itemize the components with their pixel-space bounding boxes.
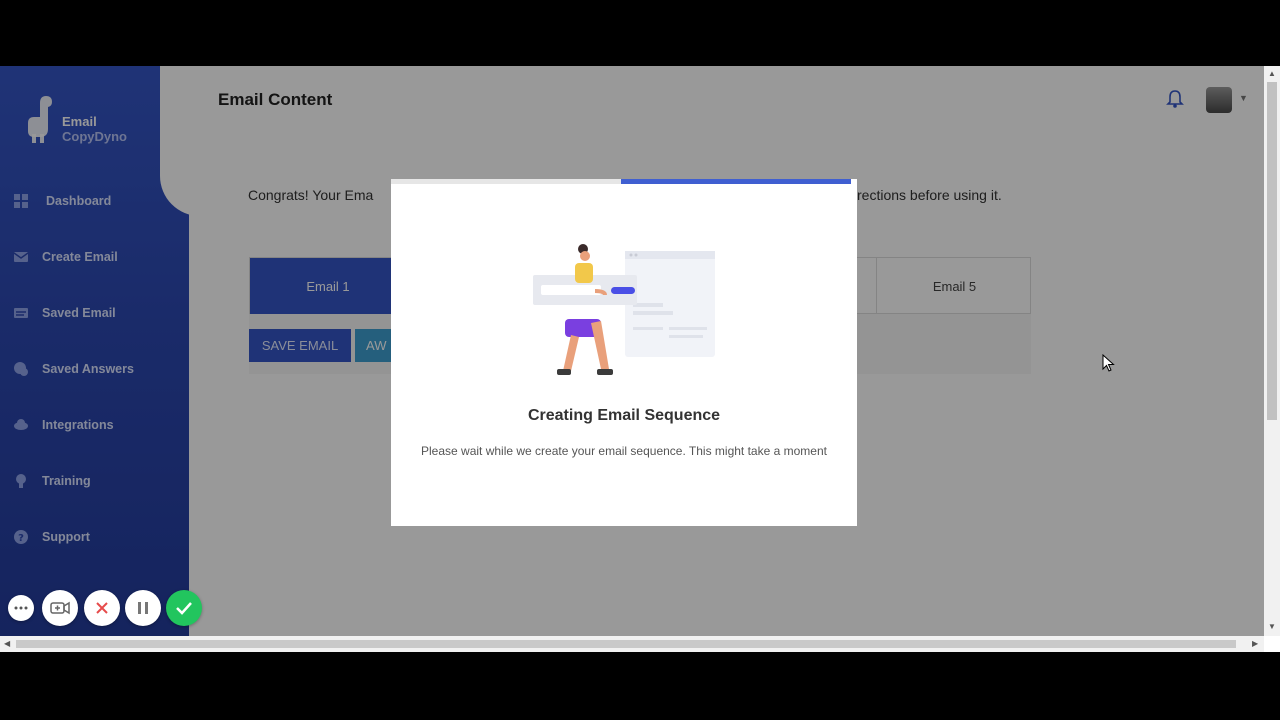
vertical-scroll-thumb[interactable] — [1267, 82, 1277, 420]
mouse-cursor-icon — [1102, 354, 1115, 372]
more-options-button[interactable] — [8, 595, 34, 621]
modal-title: Creating Email Sequence — [527, 407, 721, 424]
checkmark-icon — [176, 602, 192, 615]
pause-icon — [138, 602, 148, 614]
scroll-left-icon[interactable]: ◀ — [4, 639, 10, 648]
vertical-scrollbar[interactable]: ▲ ▼ — [1264, 66, 1280, 636]
finish-recording-button[interactable] — [166, 590, 202, 626]
horizontal-scrollbar[interactable]: ◀ ▶ — [0, 636, 1264, 652]
pause-recording-button[interactable] — [125, 590, 161, 626]
horizontal-scroll-thumb[interactable] — [16, 640, 1236, 648]
scroll-down-icon[interactable]: ▼ — [1268, 622, 1276, 631]
close-icon — [96, 602, 108, 614]
progress-track — [391, 179, 851, 184]
scroll-right-icon[interactable]: ▶ — [1252, 639, 1258, 648]
camera-icon — [50, 601, 70, 615]
loading-modal: Creating Email Sequence Please wait whil… — [391, 179, 857, 526]
loading-illustration — [533, 244, 715, 375]
webcam-toggle-button[interactable] — [42, 590, 78, 626]
progress-bar — [621, 179, 851, 184]
modal-message: Please wait while we create your email s… — [421, 444, 827, 458]
browser-viewport: Email CopyDyno Dashboard Create Email Sa… — [0, 66, 1280, 652]
more-icon — [14, 606, 28, 610]
scroll-up-icon[interactable]: ▲ — [1268, 69, 1276, 78]
cancel-recording-button[interactable] — [84, 590, 120, 626]
